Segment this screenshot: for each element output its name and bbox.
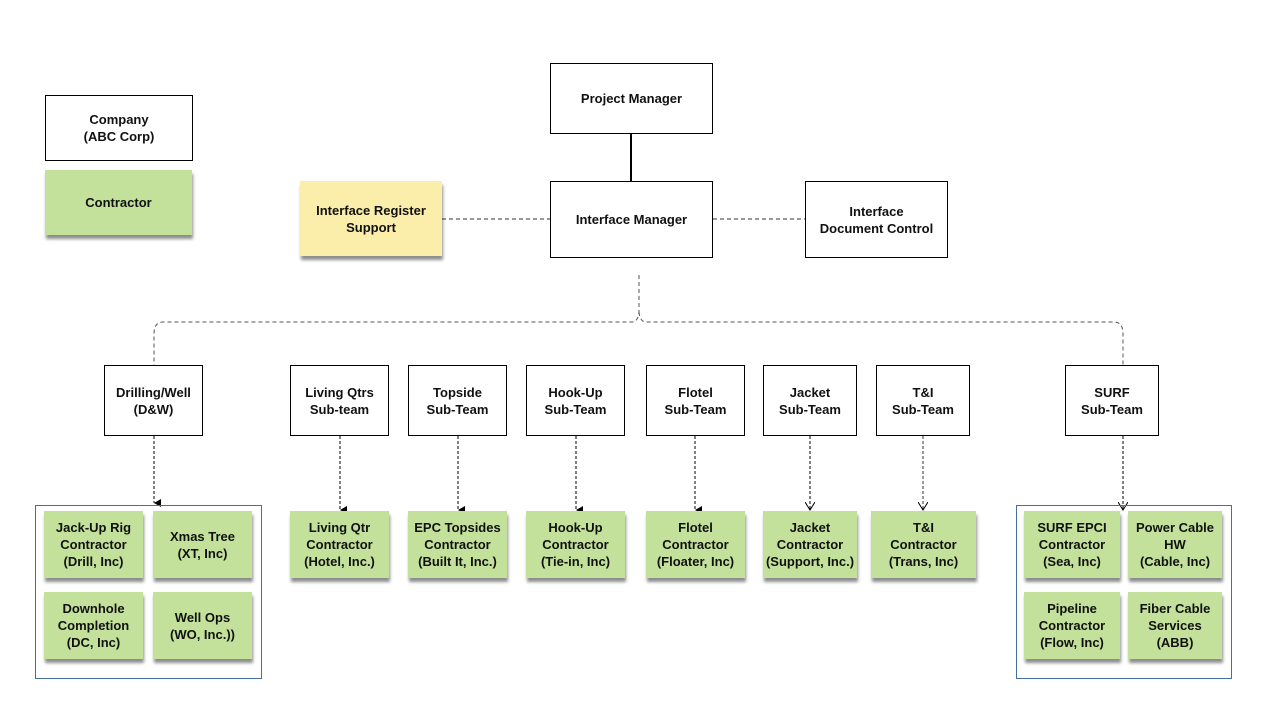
legend-company-label: Company (ABC Corp) [83, 112, 155, 144]
subteam-bracket-connector [153, 275, 640, 365]
subteam-hook-up: Hook-Up Sub-Team [526, 365, 625, 436]
interface-register-support-box: Interface Register Support [300, 181, 442, 256]
legend-contractor-box: Contractor [45, 170, 192, 235]
contractor-label: EPC Topsides Contractor (Built It, Inc.) [414, 520, 501, 569]
contractor-power-cable-hw: Power Cable HW (Cable, Inc) [1128, 511, 1222, 578]
contractor-surf-epci: SURF EPCI Contractor (Sea, Inc) [1024, 511, 1120, 578]
contractor-label: Hook-Up Contractor (Tie-in, Inc) [540, 520, 611, 569]
subteam-label: SURF Sub-Team [1081, 384, 1143, 417]
contractor-fiber-cable-services: Fiber Cable Services (ABB) [1128, 592, 1222, 659]
subteam-label: Drilling/Well (D&W) [116, 384, 191, 417]
contractor-label: SURF EPCI Contractor (Sea, Inc) [1037, 520, 1107, 569]
subteam-t-and-i: T&I Sub-Team [876, 365, 970, 436]
contractor-well-ops: Well Ops (WO, Inc.)) [153, 592, 252, 659]
subteam-label: Jacket Sub-Team [779, 384, 841, 417]
contractor-label: Fiber Cable Services (ABB) [1139, 601, 1211, 650]
interface-document-control-label: Interface Document Control [819, 203, 934, 236]
contractor-epc-topsides: EPC Topsides Contractor (Built It, Inc.) [408, 511, 507, 578]
subteam-living-qtrs: Living Qtrs Sub-team [290, 365, 389, 436]
interface-register-support-label: Interface Register Support [316, 202, 426, 235]
contractor-label: T&I Contractor (Trans, Inc) [888, 520, 959, 569]
project-manager-box: Project Manager [550, 63, 713, 134]
contractor-label: Well Ops (WO, Inc.)) [170, 609, 235, 642]
contractor-xmas-tree: Xmas Tree (XT, Inc) [153, 511, 252, 578]
legend-contractor-label: Contractor [85, 195, 152, 210]
contractor-t-and-i: T&I Contractor (Trans, Inc) [871, 511, 976, 578]
contractor-label: Jacket Contractor (Support, Inc.) [765, 520, 855, 569]
contractor-flotel: Flotel Contractor (Floater, Inc) [646, 511, 745, 578]
subteam-bracket-connector-right [638, 311, 1124, 365]
subteam-label: Hook-Up Sub-Team [544, 384, 607, 417]
project-manager-label: Project Manager [580, 91, 683, 106]
contractor-label: Flotel Contractor (Floater, Inc) [656, 520, 735, 569]
interface-document-control-box: Interface Document Control [805, 181, 948, 258]
contractor-jacket: Jacket Contractor (Support, Inc.) [763, 511, 857, 578]
subteam-label: Topside Sub-Team [426, 384, 489, 417]
contractor-hook-up: Hook-Up Contractor (Tie-in, Inc) [526, 511, 625, 578]
org-chart-diagram: Company (ABC Corp) Contractor Project Ma… [0, 0, 1280, 720]
contractor-label: Downhole Completion (DC, Inc) [57, 601, 130, 650]
legend-company-box: Company (ABC Corp) [45, 95, 193, 161]
subteam-topside: Topside Sub-Team [408, 365, 507, 436]
subteam-label: T&I Sub-Team [892, 384, 954, 417]
interface-manager-box: Interface Manager [550, 181, 713, 258]
contractor-downhole-completion: Downhole Completion (DC, Inc) [44, 592, 143, 659]
subteam-drilling-well: Drilling/Well (D&W) [104, 365, 203, 436]
subteam-flotel: Flotel Sub-Team [646, 365, 745, 436]
contractor-label: Power Cable HW (Cable, Inc) [1135, 520, 1215, 569]
contractor-label: Pipeline Contractor (Flow, Inc) [1038, 601, 1106, 650]
contractor-label: Xmas Tree (XT, Inc) [169, 528, 236, 561]
interface-manager-label: Interface Manager [575, 212, 688, 227]
subteam-surf: SURF Sub-Team [1065, 365, 1159, 436]
contractor-jack-up-rig: Jack-Up Rig Contractor (Drill, Inc) [44, 511, 143, 578]
contractor-living-qtr: Living Qtr Contractor (Hotel, Inc.) [290, 511, 389, 578]
contractor-pipeline: Pipeline Contractor (Flow, Inc) [1024, 592, 1120, 659]
contractor-label: Living Qtr Contractor (Hotel, Inc.) [304, 520, 375, 569]
subteam-label: Flotel Sub-Team [664, 384, 727, 417]
subteam-label: Living Qtrs Sub-team [305, 384, 374, 417]
subteam-jacket: Jacket Sub-Team [763, 365, 857, 436]
contractor-label: Jack-Up Rig Contractor (Drill, Inc) [55, 520, 132, 569]
